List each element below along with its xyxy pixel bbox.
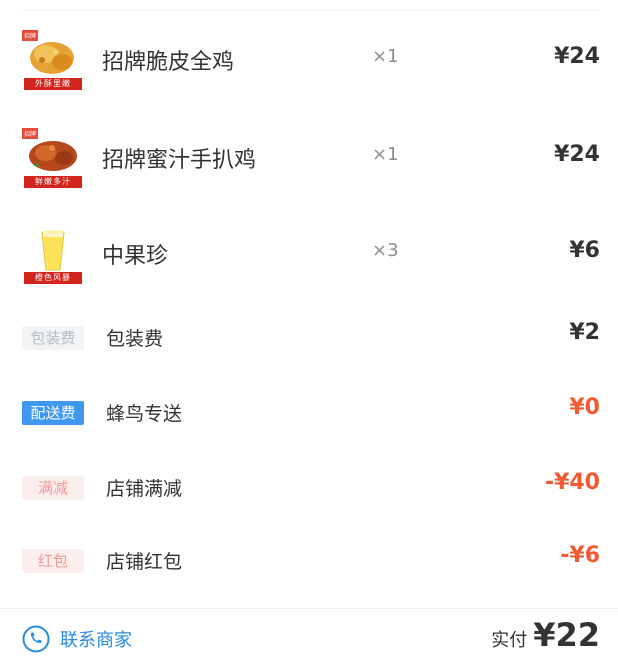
fee-value: ¥2 (569, 320, 600, 345)
order-item: 招牌 鲜嫩多汁 招牌蜜汁手扒鸡 ×1 ¥24 (0, 128, 618, 198)
item-qty: ×1 (372, 144, 399, 165)
item-price: ¥24 (554, 142, 600, 167)
fee-row-packaging: 包装费 包装费 ¥2 (0, 318, 618, 358)
discount-badge: 满减 (22, 476, 84, 500)
paid-value: ¥22 (533, 616, 600, 654)
fee-label: 包装费 (106, 328, 164, 350)
amount-paid: 实付 ¥22 (491, 616, 600, 654)
thumb-caption: 外酥里嫩 (24, 78, 82, 90)
delivery-badge: 配送费 (22, 401, 84, 425)
item-price: ¥24 (554, 44, 600, 69)
packaging-badge: 包装费 (22, 326, 84, 350)
fee-row-discount: 满减 店铺满减 -¥40 (0, 468, 618, 508)
fee-label: 蜂鸟专送 (106, 403, 183, 425)
item-price: ¥6 (569, 238, 600, 263)
fee-value: -¥6 (560, 543, 600, 568)
signature-tag: 招牌 (22, 30, 39, 41)
paid-label: 实付 (491, 630, 528, 651)
thumb-caption: 橙色风暴 (24, 272, 82, 284)
item-qty: ×3 (372, 240, 399, 261)
food-thumbnail: 橙色风暴 (22, 224, 84, 286)
item-name: 招牌脆皮全鸡 (102, 50, 235, 75)
fee-label: 店铺红包 (106, 551, 183, 573)
fee-row-red-packet: 红包 店铺红包 -¥6 (0, 541, 618, 581)
thumb-caption: 鲜嫩多汁 (24, 176, 82, 188)
red-packet-badge: 红包 (22, 549, 84, 573)
food-thumbnail: 招牌 鲜嫩多汁 (22, 128, 84, 190)
top-divider (22, 10, 600, 11)
item-name: 招牌蜜汁手扒鸡 (102, 148, 257, 173)
footer-divider (0, 608, 618, 609)
phone-icon (22, 625, 50, 653)
item-qty: ×1 (372, 46, 399, 67)
fee-value: -¥40 (544, 470, 600, 495)
signature-tag: 招牌 (22, 128, 39, 139)
contact-merchant-button[interactable]: 联系商家 (22, 624, 132, 654)
order-item: 招牌 外酥里嫩 招牌脆皮全鸡 ×1 ¥24 (0, 30, 618, 100)
fee-label: 店铺满减 (106, 478, 183, 500)
item-name: 中果珍 (102, 244, 169, 269)
food-thumbnail: 招牌 外酥里嫩 (22, 30, 84, 92)
fee-value: ¥0 (569, 395, 600, 420)
fee-row-delivery: 配送费 蜂鸟专送 ¥0 (0, 393, 618, 433)
order-item: 橙色风暴 中果珍 ×3 ¥6 (0, 224, 618, 294)
contact-merchant-label: 联系商家 (60, 630, 132, 651)
